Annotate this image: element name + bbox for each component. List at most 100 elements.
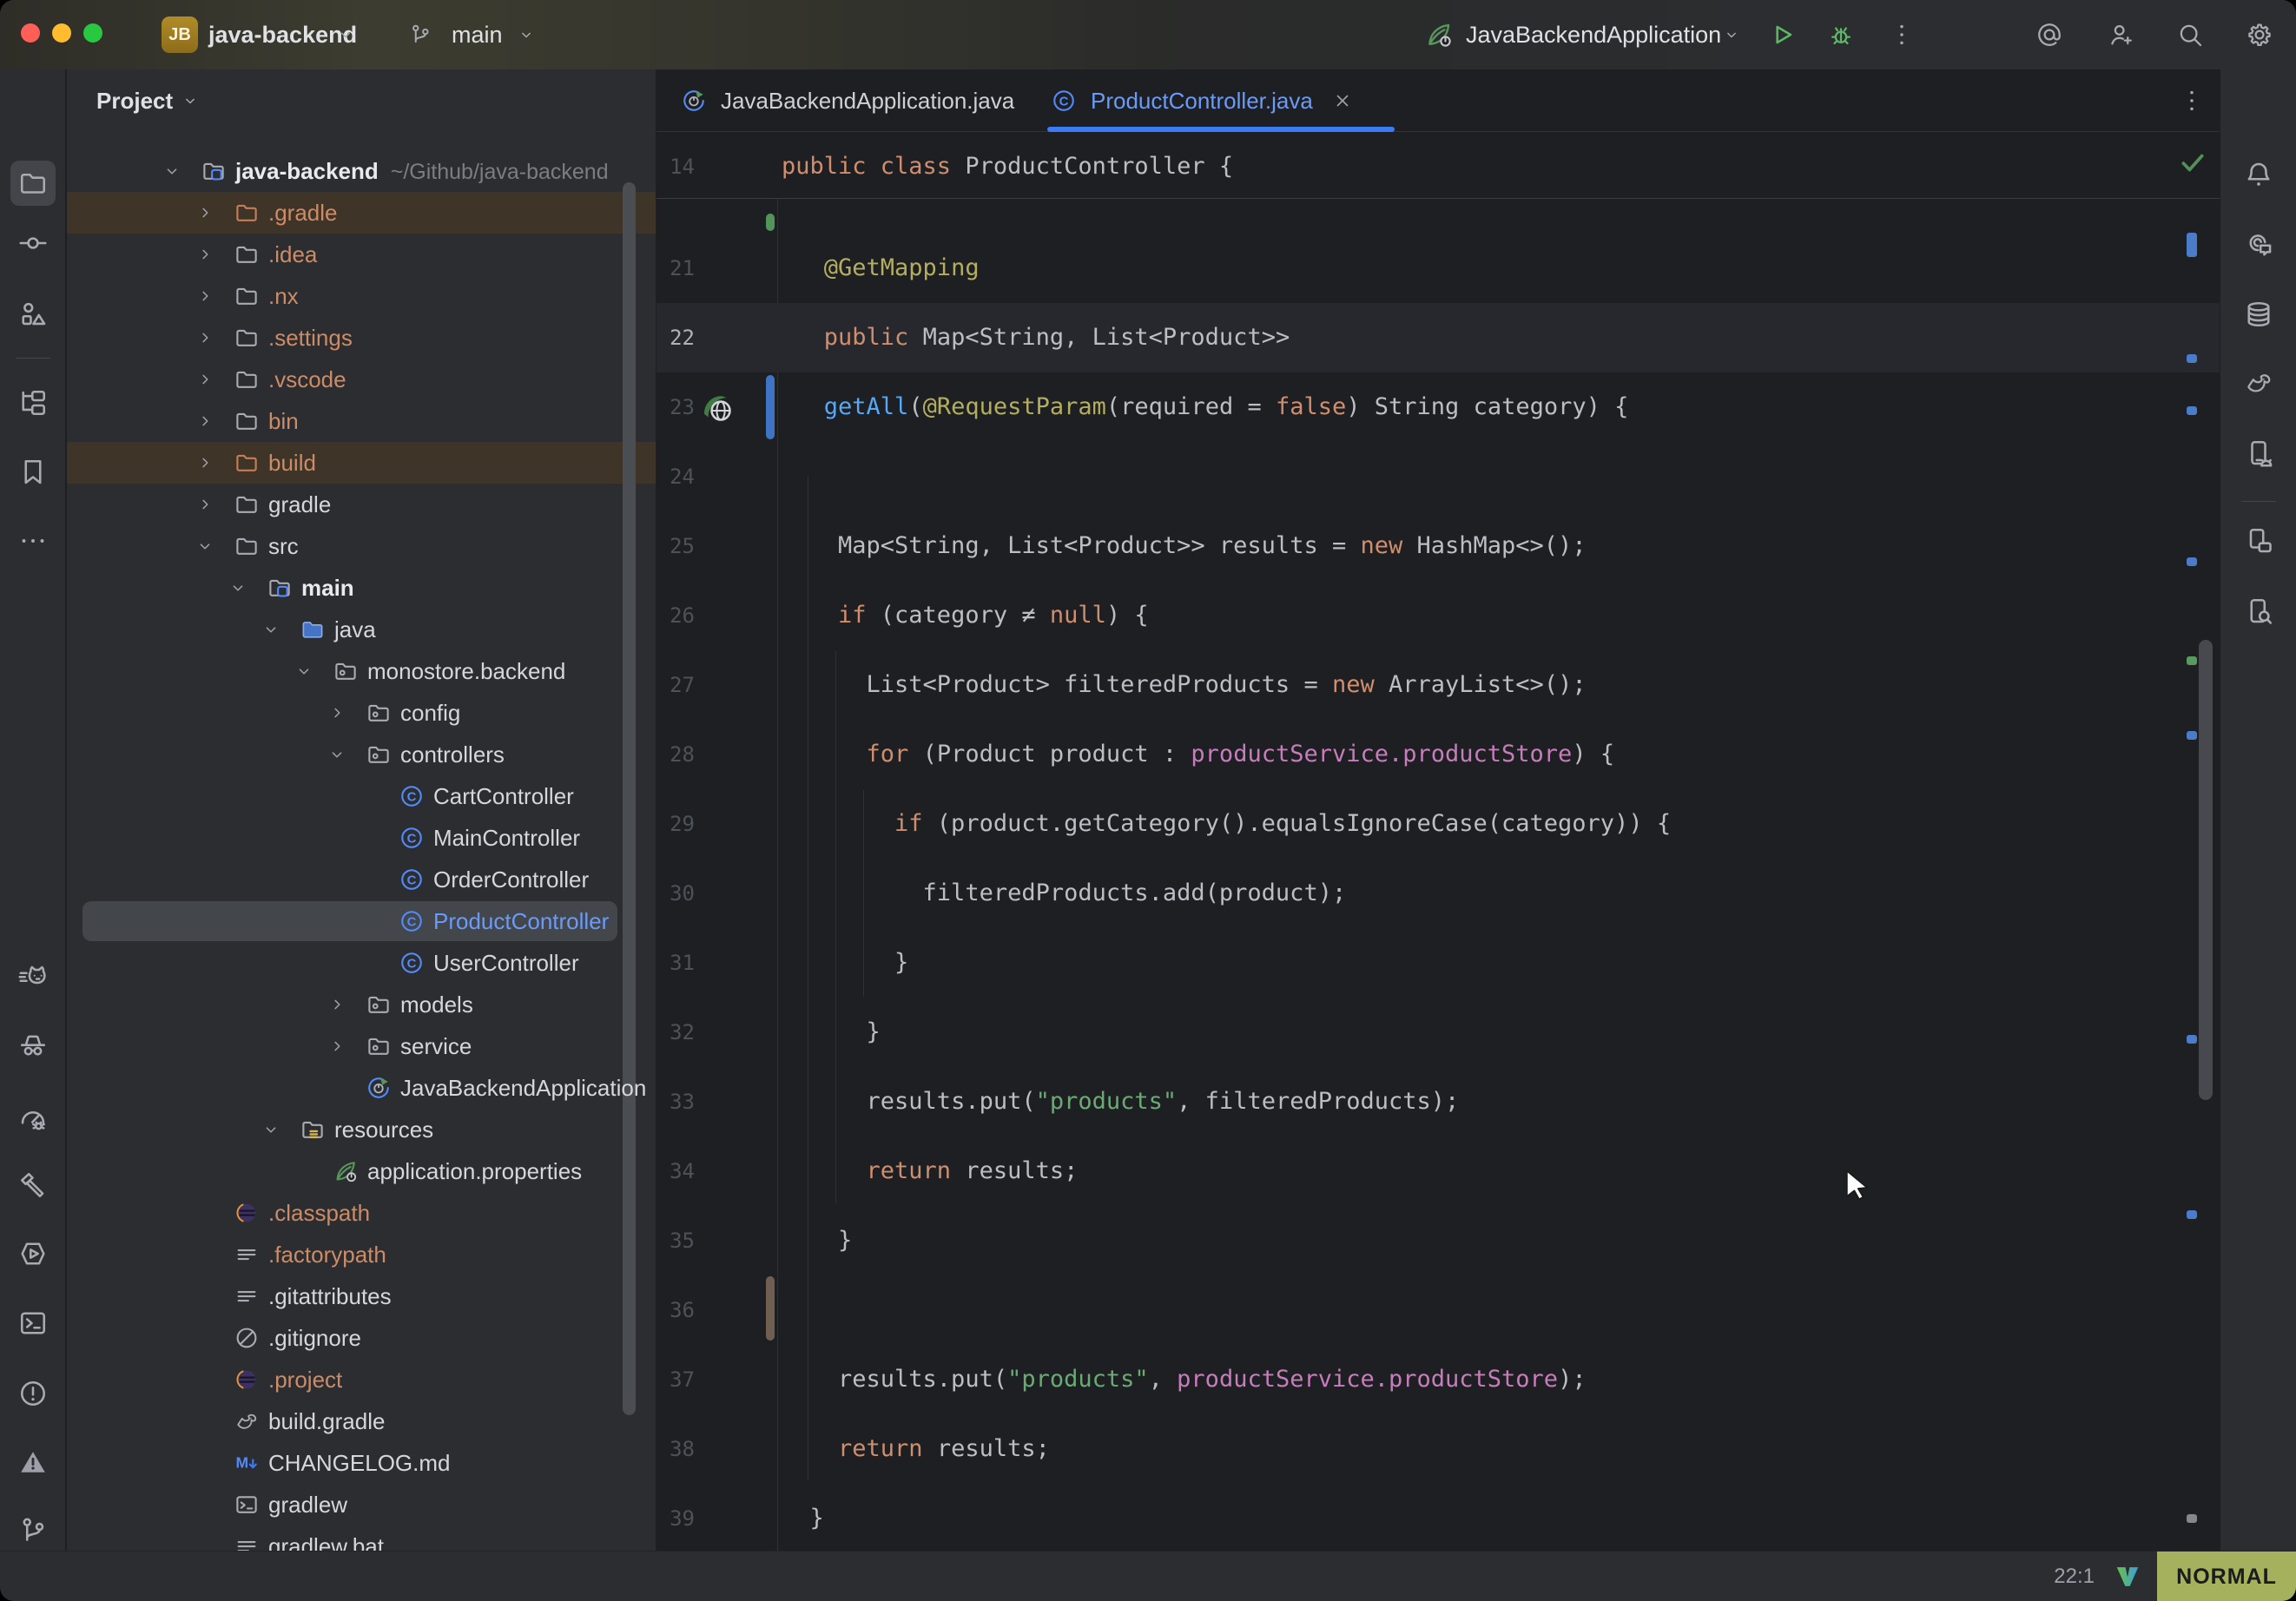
code-line-37[interactable]: 37results.put("products", productService… <box>656 1345 2220 1414</box>
code-line-23[interactable]: 23getAll(@RequestParam(required = false)… <box>656 372 2220 442</box>
more-actions-button[interactable] <box>1888 21 1916 49</box>
copilot-cat-icon[interactable] <box>17 962 49 993</box>
minimize-button[interactable] <box>52 23 71 43</box>
chevron-down-icon[interactable] <box>261 1120 280 1139</box>
tree-item-CartController[interactable]: CCartController <box>67 775 656 817</box>
terminal-icon[interactable] <box>17 1308 49 1339</box>
code-line-34[interactable]: 34return results; <box>656 1137 2220 1206</box>
tree-item-.gradle[interactable]: .gradle <box>67 192 656 234</box>
close-tab-icon[interactable] <box>1332 90 1353 111</box>
tree-item-java[interactable]: java <box>67 609 656 650</box>
line-number[interactable]: 32 <box>656 998 695 1067</box>
chevron-right-icon[interactable] <box>195 245 214 264</box>
code-editor[interactable]: 21@GetMapping22public Map<String, List<P… <box>656 132 2220 1551</box>
editor-more-icon[interactable] <box>2178 87 2206 115</box>
version-control-icon[interactable] <box>17 1515 49 1546</box>
tree-item-config[interactable]: config <box>67 692 656 734</box>
tree-item-src[interactable]: src <box>67 525 656 567</box>
tree-item-gradlew.bat[interactable]: gradlew.bat <box>67 1525 656 1551</box>
tree-item-.idea[interactable]: .idea <box>67 234 656 275</box>
profiler-icon[interactable] <box>17 1103 49 1134</box>
tree-item-.settings[interactable]: .settings <box>67 317 656 359</box>
commit-icon[interactable] <box>17 227 49 259</box>
running-devices-icon[interactable] <box>2243 525 2274 557</box>
code-line-24[interactable]: 24 <box>656 442 2220 511</box>
add-user-icon[interactable] <box>2107 21 2134 49</box>
build-icon[interactable] <box>17 1169 49 1201</box>
chevron-right-icon[interactable] <box>327 1037 346 1056</box>
tree-scrollbar[interactable] <box>623 182 636 1415</box>
debug-button[interactable] <box>1827 21 1855 49</box>
tab-productcontroller-java[interactable]: CProductController.java <box>1051 69 1388 132</box>
code-line-32[interactable]: 32} <box>656 998 2220 1067</box>
line-number[interactable]: 14 <box>656 132 695 201</box>
chevron-right-icon[interactable] <box>327 995 346 1014</box>
chevron-right-icon[interactable] <box>195 328 214 347</box>
close-button[interactable] <box>21 23 40 43</box>
tree-item-gradlew[interactable]: gradlew <box>67 1484 656 1525</box>
chevron-down-icon[interactable] <box>261 620 280 639</box>
code-line-21[interactable]: 21@GetMapping <box>656 234 2220 303</box>
tree-item-.gitignore[interactable]: .gitignore <box>67 1317 656 1359</box>
problems-icon[interactable] <box>17 1378 49 1409</box>
line-number[interactable]: 21 <box>656 234 695 303</box>
run-configuration-selector[interactable]: JavaBackendApplication <box>1466 0 1721 69</box>
notifications-icon[interactable] <box>2243 159 2274 190</box>
tree-item-resources[interactable]: resources <box>67 1109 656 1150</box>
maximize-button[interactable] <box>83 23 102 43</box>
ai-assistant-icon[interactable] <box>2035 21 2063 49</box>
bookmarks-icon[interactable] <box>17 457 49 488</box>
chevron-right-icon[interactable] <box>195 495 214 514</box>
line-number[interactable]: 30 <box>656 859 695 928</box>
code-line-39[interactable]: 39} <box>656 1484 2220 1551</box>
branch-switcher[interactable]: main <box>452 0 503 69</box>
code-line-28[interactable]: 28for (Product product : productService.… <box>656 720 2220 789</box>
chevron-down-icon[interactable] <box>195 537 214 556</box>
chevron-down-icon[interactable] <box>228 578 247 597</box>
chevron-right-icon[interactable] <box>195 453 214 472</box>
tree-item-.nx[interactable]: .nx <box>67 275 656 317</box>
tree-item-service[interactable]: service <box>67 1025 656 1067</box>
chevron-right-icon[interactable] <box>195 203 214 222</box>
tree-item-controllers[interactable]: controllers <box>67 734 656 775</box>
tree-item-ProductController[interactable]: CProductController <box>67 900 656 942</box>
vim-icon[interactable] <box>2114 1563 2141 1591</box>
inspection-ok-icon[interactable] <box>2178 148 2207 177</box>
line-number[interactable]: 36 <box>656 1275 695 1345</box>
settings-icon[interactable] <box>2246 21 2273 49</box>
tree-item-.factorypath[interactable]: .factorypath <box>67 1234 656 1275</box>
code-line-26[interactable]: 26if (category ≠ null) { <box>656 581 2220 650</box>
tree-item-application.properties[interactable]: application.properties <box>67 1150 656 1192</box>
chevron-right-icon[interactable] <box>195 412 214 431</box>
gradle-icon[interactable] <box>2243 367 2274 399</box>
incognito-icon[interactable] <box>17 1030 49 1061</box>
code-line-36[interactable]: 36 <box>656 1275 2220 1345</box>
tree-item-gradle[interactable]: gradle <box>67 484 656 525</box>
vim-mode-badge[interactable]: NORMAL <box>2157 1552 2296 1601</box>
code-line-31[interactable]: 31} <box>656 928 2220 998</box>
line-number[interactable]: 39 <box>656 1484 695 1551</box>
tree-item-.project[interactable]: .project <box>67 1359 656 1400</box>
search-icon[interactable] <box>2176 21 2204 49</box>
more-icon[interactable] <box>17 525 49 557</box>
line-number[interactable]: 28 <box>656 720 695 789</box>
line-number[interactable]: 22 <box>656 303 695 372</box>
tree-item-build.gradle[interactable]: build.gradle <box>67 1400 656 1442</box>
line-number[interactable]: 24 <box>656 442 695 511</box>
code-line-25[interactable]: 25Map<String, List<Product>> results = n… <box>656 511 2220 581</box>
tree-item-bin[interactable]: bin <box>67 400 656 442</box>
code-line-30[interactable]: 30filteredProducts.add(product); <box>656 859 2220 928</box>
tab-javabackendapplication-java[interactable]: JavaBackendApplication.java <box>681 69 1025 132</box>
line-number[interactable]: 23 <box>656 372 695 442</box>
tree-item-JavaBackendApplication[interactable]: JavaBackendApplication <box>67 1067 656 1109</box>
line-number[interactable]: 38 <box>656 1414 695 1484</box>
tree-item-MainController[interactable]: CMainController <box>67 817 656 859</box>
code-line-33[interactable]: 33results.put("products", filteredProduc… <box>656 1067 2220 1137</box>
project-switcher[interactable]: java-backend <box>208 0 357 69</box>
chevron-down-icon[interactable] <box>327 745 346 764</box>
project-panel-header[interactable]: Project <box>96 69 199 132</box>
device-explorer-icon[interactable] <box>2243 596 2274 627</box>
line-number[interactable]: 35 <box>656 1206 695 1275</box>
tree-item-.classpath[interactable]: .classpath <box>67 1192 656 1234</box>
tree-item-models[interactable]: models <box>67 984 656 1025</box>
